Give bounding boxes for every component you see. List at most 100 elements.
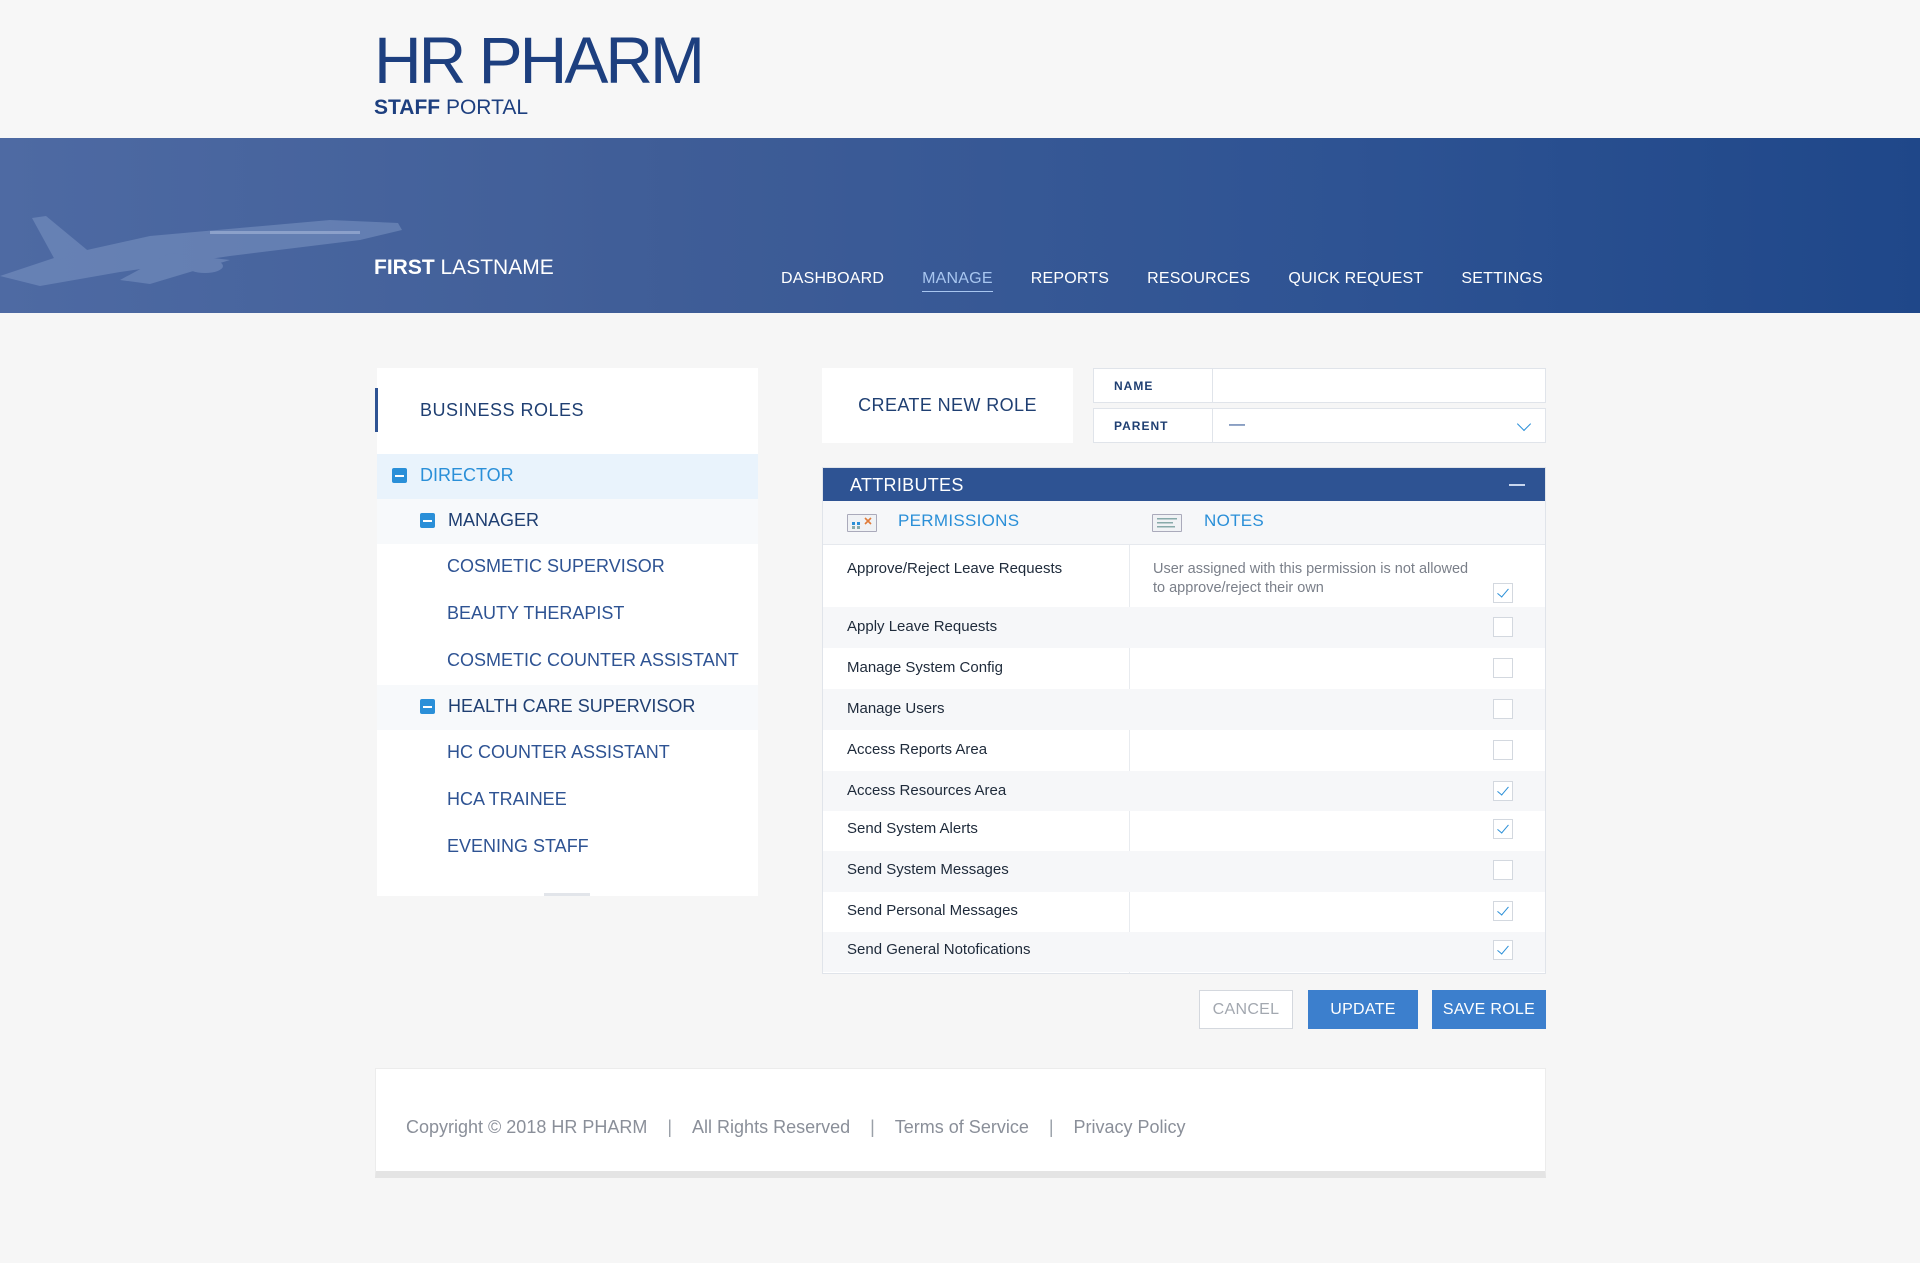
tree-item-hc-counter-assistant[interactable]: HC COUNTER ASSISTANT xyxy=(377,730,758,777)
notes-column-label: NOTES xyxy=(1204,511,1265,530)
nav-resources[interactable]: RESOURCES xyxy=(1147,270,1250,292)
footer-separator: | xyxy=(667,1117,673,1137)
tree-item-hca-trainee[interactable]: HCA TRAINEE xyxy=(377,777,758,824)
permission-name: Send System Alerts xyxy=(847,820,978,837)
permissions-column-label: PERMISSIONS xyxy=(898,511,1020,530)
hero-banner: FIRST LASTNAME DASHBOARD MANAGE REPORTS … xyxy=(0,138,1920,313)
tree-item-label: HC COUNTER ASSISTANT xyxy=(447,742,670,762)
sidebar-title: BUSINESS ROLES xyxy=(420,400,585,420)
permission-checkbox[interactable] xyxy=(1493,940,1513,960)
tree-item-label: DIRECTOR xyxy=(420,465,514,485)
footer-separator: | xyxy=(1048,1117,1054,1137)
attributes-header: ATTRIBUTES xyxy=(823,468,1545,501)
notes-icon-glyph xyxy=(1157,518,1177,528)
attributes-title: ATTRIBUTES xyxy=(850,475,964,495)
tree-item-evening-staff[interactable]: EVENING STAFF xyxy=(377,824,758,871)
permission-row: Send System Alerts xyxy=(823,811,1545,851)
nav-manage[interactable]: MANAGE xyxy=(922,270,993,292)
tree-item-label: MANAGER xyxy=(448,510,540,530)
permission-checkbox[interactable] xyxy=(1493,658,1513,678)
footer-links: Copyright © 2018 HR PHARM | All Rights R… xyxy=(406,1117,1186,1138)
permission-name: Approve/Reject Leave Requests xyxy=(847,560,1063,577)
name-label: NAME xyxy=(1094,369,1213,402)
logo-sub-bold: STAFF xyxy=(374,96,441,119)
permission-checkbox[interactable] xyxy=(1493,860,1513,880)
permission-name: Send System Messages xyxy=(847,861,1009,878)
tree-item-beauty-therapist[interactable]: BEAUTY THERAPIST xyxy=(377,591,758,638)
permission-checkbox[interactable] xyxy=(1493,699,1513,719)
user-last-name: LASTNAME xyxy=(434,256,554,279)
chevron-down-icon[interactable] xyxy=(1516,416,1532,432)
tree-item-cosmetic-counter-assistant[interactable]: COSMETIC COUNTER ASSISTANT xyxy=(377,638,758,685)
user-first-name: FIRST xyxy=(374,256,435,279)
collapse-icon[interactable] xyxy=(392,468,407,483)
sidebar-resize-handle[interactable] xyxy=(544,893,590,896)
permission-name: Access Reports Area xyxy=(847,741,988,758)
logo-subtitle: STAFF PORTAL xyxy=(374,96,702,120)
attributes-column-header: PERMISSIONS NOTES xyxy=(823,501,1545,545)
permission-name: Manage System Config xyxy=(847,659,1003,676)
brand-logo[interactable]: HR PHARM STAFF PORTAL xyxy=(374,23,705,120)
create-role-header: CREATE NEW ROLE xyxy=(822,368,1073,443)
footer-separator: | xyxy=(870,1117,875,1137)
permission-name: Apply Leave Requests xyxy=(847,618,998,635)
permission-row: Send Personal Messages xyxy=(823,892,1545,932)
permissions-icon-glyph xyxy=(852,517,872,529)
all-rights-text: All Rights Reserved xyxy=(692,1117,851,1137)
notes-icon xyxy=(1152,514,1182,532)
permission-checkbox[interactable] xyxy=(1493,819,1513,839)
create-role-title: CREATE NEW ROLE xyxy=(858,395,1037,415)
permission-row: Approve/Reject Leave Requests User assig… xyxy=(823,545,1545,607)
name-input[interactable] xyxy=(1214,369,1544,402)
permission-name: Manage Users xyxy=(847,700,945,717)
parent-label: PARENT xyxy=(1094,409,1213,442)
permission-note: User assigned with this permission is no… xyxy=(1153,561,1469,596)
page-footer: Copyright © 2018 HR PHARM | All Rights R… xyxy=(375,1068,1546,1178)
collapse-icon[interactable] xyxy=(420,513,435,528)
permission-row: Manage System Config xyxy=(823,648,1545,689)
nav-settings[interactable]: SETTINGS xyxy=(1461,270,1543,292)
collapse-icon[interactable] xyxy=(1509,484,1525,486)
permission-row: Apply Leave Requests xyxy=(823,607,1545,648)
top-header: HR PHARM STAFF PORTAL xyxy=(0,0,1920,138)
tree-item-manager[interactable]: MANAGER xyxy=(377,499,758,544)
permission-checkbox[interactable] xyxy=(1493,740,1513,760)
tree-item-label: COSMETIC SUPERVISOR xyxy=(447,556,665,576)
permission-row: Manage Users xyxy=(823,689,1545,730)
logo-main-text: HR PHARM xyxy=(374,23,705,97)
collapse-icon[interactable] xyxy=(420,699,435,714)
privacy-policy-link[interactable]: Privacy Policy xyxy=(1074,1117,1186,1138)
permission-row: Access Reports Area xyxy=(823,730,1545,771)
save-role-button[interactable]: SAVE ROLE xyxy=(1432,990,1546,1029)
name-field-row: NAME xyxy=(1093,368,1546,403)
user-name[interactable]: FIRST LASTNAME xyxy=(374,256,554,280)
permission-name: Access Resources Area xyxy=(847,782,1007,799)
permission-checkbox[interactable] xyxy=(1493,583,1513,603)
permission-checkbox[interactable] xyxy=(1493,781,1513,801)
tree-item-label: COSMETIC COUNTER ASSISTANT xyxy=(447,650,739,670)
sidebar-accent-bar xyxy=(375,388,378,432)
nav-dashboard[interactable]: DASHBOARD xyxy=(781,270,884,292)
nav-reports[interactable]: REPORTS xyxy=(1031,270,1109,292)
parent-field-row[interactable]: PARENT — xyxy=(1093,408,1546,443)
permissions-icon xyxy=(847,514,877,532)
nav-quick-request[interactable]: QUICK REQUEST xyxy=(1288,270,1423,292)
cancel-button[interactable]: CANCEL xyxy=(1199,990,1293,1029)
tree-item-director[interactable]: DIRECTOR xyxy=(377,454,758,499)
parent-select-value[interactable]: — xyxy=(1229,416,1245,434)
terms-of-service-link[interactable]: Terms of Service xyxy=(895,1117,1029,1138)
tree-item-health-care-supervisor[interactable]: HEALTH CARE SUPERVISOR xyxy=(377,685,758,730)
tree-item-label: BEAUTY THERAPIST xyxy=(447,603,625,623)
tree-item-label: EVENING STAFF xyxy=(447,836,589,856)
permission-checkbox[interactable] xyxy=(1493,617,1513,637)
copyright-text: Copyright © 2018 HR PHARM xyxy=(406,1117,648,1137)
permission-checkbox[interactable] xyxy=(1493,901,1513,921)
tree-item-label: HCA TRAINEE xyxy=(447,789,567,809)
permission-row: Send General Notofications xyxy=(823,932,1545,972)
airplane-image xyxy=(0,216,402,286)
update-button[interactable]: UPDATE xyxy=(1308,990,1418,1029)
permission-name: Send Personal Messages xyxy=(847,902,1018,919)
permission-row: Access Resources Area xyxy=(823,771,1545,811)
tree-item-label: HEALTH CARE SUPERVISOR xyxy=(448,696,696,716)
tree-item-cosmetic-supervisor[interactable]: COSMETIC SUPERVISOR xyxy=(377,544,758,591)
